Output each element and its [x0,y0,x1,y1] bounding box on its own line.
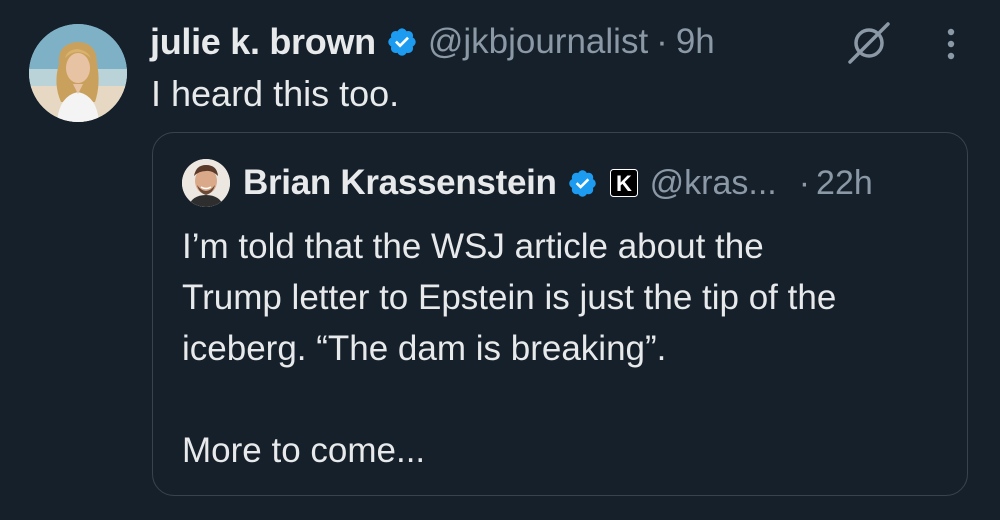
quoted-author-handle[interactable]: @kras... [650,164,777,203]
quoted-text-line: I’m told that the WSJ article about the [182,227,764,266]
quoted-separator-dot: · [798,163,811,202]
quoted-tweet-header: Brian Krassenstein K @kras... · 22h [243,159,873,207]
quoted-tweet-text: I’m told that the WSJ article about the … [182,221,952,476]
author-avatar[interactable] [29,24,127,122]
affiliate-k-badge-icon[interactable]: K [609,169,638,197]
quoted-verified-badge-icon[interactable] [567,168,598,199]
grok-icon[interactable] [846,20,892,66]
quoted-author-avatar-image [182,159,230,207]
more-options-icon[interactable] [936,22,966,66]
quoted-tweet-card[interactable]: Brian Krassenstein K @kras... · 22h I’m … [152,132,968,496]
verified-badge-icon[interactable] [386,26,418,58]
author-avatar-image [29,24,127,122]
tweet-header: julie k. brown @jkbjournalist · 9h [150,18,715,66]
tweet-timestamp[interactable]: 9h [676,22,715,62]
tweet[interactable]: julie k. brown @jkbjournalist · 9h I hea… [0,0,1000,520]
quoted-text-line: More to come... [182,431,426,470]
quoted-tweet-timestamp[interactable]: 22h [816,164,873,203]
quoted-author-display-name[interactable]: Brian Krassenstein [243,163,557,203]
quoted-text-line: iceberg. “The dam is breaking”. [182,329,667,368]
affiliate-badge-letter: K [616,171,632,196]
separator-dot: · [656,22,668,61]
author-handle[interactable]: @jkbjournalist [428,22,648,62]
quoted-text-blank-line [182,374,952,425]
author-display-name[interactable]: julie k. brown [150,21,376,63]
quoted-author-avatar[interactable] [182,159,230,207]
quoted-text-line: Trump letter to Epstein is just the tip … [182,278,837,317]
tweet-text: I heard this too. [151,73,400,114]
